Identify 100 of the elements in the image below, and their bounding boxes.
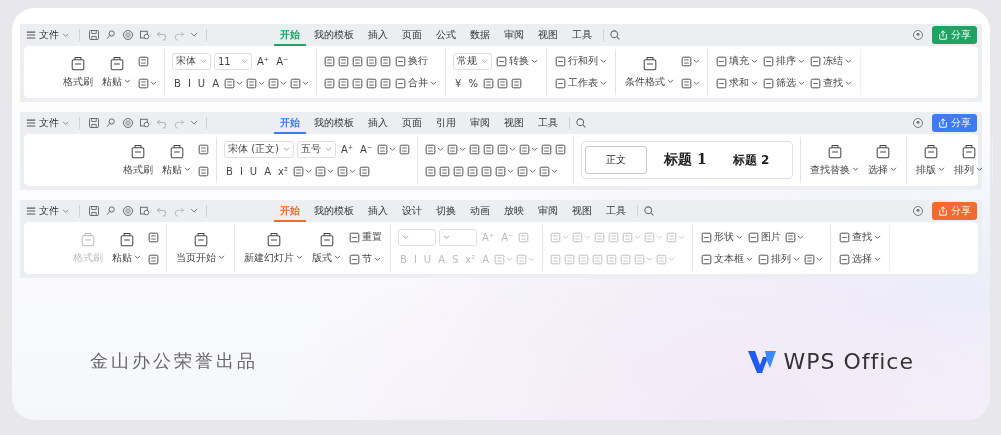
ribbon-button[interactable]: 条件格式 — [623, 54, 676, 90]
format-button[interactable]: B — [172, 77, 183, 89]
tool-button[interactable] — [314, 165, 334, 177]
tool-button[interactable] — [482, 77, 494, 89]
tool-button[interactable] — [198, 165, 209, 177]
ribbon-button[interactable]: 筛选 — [762, 76, 806, 90]
tool-button[interactable] — [380, 77, 391, 89]
ribbon-tab[interactable]: 插入 — [362, 112, 394, 134]
dropdown-field[interactable]: 常规 — [453, 52, 492, 70]
format-button[interactable]: A⁺ — [255, 55, 272, 67]
ribbon-tab[interactable]: 页面 — [396, 24, 428, 46]
ribbon-button[interactable]: 新建幻灯片 — [242, 230, 305, 266]
tool-button[interactable] — [785, 231, 805, 243]
file-menu[interactable]: 文件 — [24, 28, 71, 42]
ribbon-tab[interactable]: 我的模板 — [308, 112, 360, 134]
tool-button[interactable] — [510, 77, 522, 89]
tool-button[interactable] — [366, 55, 377, 67]
tool-button[interactable] — [425, 165, 437, 177]
style-option[interactable]: 正文 — [585, 146, 648, 174]
format-button[interactable]: I — [237, 165, 245, 177]
ribbon-button[interactable]: 排版 — [914, 142, 948, 178]
tool-button[interactable] — [352, 77, 363, 89]
tool-button[interactable] — [338, 55, 349, 67]
ribbon-button[interactable]: 冻结 — [809, 54, 853, 68]
ribbon-tab[interactable]: 审阅 — [532, 200, 564, 222]
tool-button[interactable] — [399, 143, 411, 155]
file-menu[interactable]: 文件 — [24, 116, 71, 130]
ribbon-button[interactable]: 排列 — [952, 142, 986, 178]
format-button[interactable]: % — [466, 77, 480, 89]
ribbon-tab[interactable]: 工具 — [566, 24, 598, 46]
pin-icon[interactable] — [105, 29, 117, 41]
tool-button[interactable] — [377, 143, 397, 155]
ribbon-tab[interactable]: 引用 — [430, 112, 462, 134]
save-icon[interactable] — [88, 205, 100, 217]
ribbon-button[interactable]: 查找 — [838, 230, 883, 244]
ribbon-button[interactable]: 转换 — [495, 54, 539, 68]
format-button[interactable]: A — [210, 77, 221, 89]
tool-button[interactable] — [148, 253, 159, 265]
tool-button[interactable] — [290, 77, 309, 89]
dropdown-field[interactable]: 宋体 — [172, 52, 211, 70]
ribbon-tab[interactable]: 视图 — [532, 24, 564, 46]
caret-icon[interactable] — [190, 120, 198, 126]
preview-icon[interactable] — [139, 29, 151, 41]
ribbon-button[interactable]: 形状 — [700, 230, 745, 244]
tool-button[interactable] — [517, 165, 537, 177]
save-icon[interactable] — [88, 29, 100, 41]
tool-button[interactable] — [519, 143, 539, 155]
tool-button[interactable] — [366, 77, 377, 89]
search-icon[interactable] — [643, 205, 655, 217]
share-button[interactable]: 分享 — [932, 114, 977, 132]
format-button[interactable]: A⁻ — [358, 143, 375, 155]
ribbon-tab[interactable]: 审阅 — [498, 24, 530, 46]
caret-icon[interactable] — [190, 32, 198, 38]
tool-button[interactable] — [555, 143, 567, 155]
tool-button[interactable] — [138, 55, 149, 67]
ribbon-button[interactable]: 粘贴 — [160, 142, 193, 178]
tool-button[interactable] — [681, 55, 700, 67]
ribbon-tab[interactable]: 页面 — [396, 112, 428, 134]
format-button[interactable]: A⁺ — [339, 143, 356, 155]
tool-button[interactable] — [268, 77, 287, 89]
tool-button[interactable] — [352, 55, 363, 67]
tool-button[interactable] — [495, 165, 515, 177]
format-button[interactable]: x² — [276, 165, 290, 177]
tool-button[interactable] — [425, 143, 445, 155]
dropdown-field[interactable]: 五号 — [297, 140, 336, 158]
ribbon-button[interactable]: 合并 — [394, 76, 438, 90]
ribbon-tab[interactable]: 数据 — [464, 24, 496, 46]
ribbon-button[interactable]: 工作表 — [554, 76, 608, 90]
tool-button[interactable] — [467, 165, 479, 177]
ribbon-button[interactable]: 粘贴 — [100, 54, 133, 90]
ribbon-button[interactable]: 格式刷 — [61, 54, 95, 90]
ribbon-button[interactable]: 文本框 — [700, 252, 755, 266]
preview-icon[interactable] — [139, 117, 151, 129]
tool-button[interactable] — [338, 77, 349, 89]
ribbon-button[interactable]: 查找替换 — [808, 142, 862, 178]
format-button[interactable]: B — [224, 165, 235, 177]
ribbon-tab[interactable]: 工具 — [532, 112, 564, 134]
tool-button[interactable] — [496, 77, 508, 89]
ribbon-button[interactable]: 选择 — [838, 252, 883, 266]
tool-button[interactable] — [483, 143, 495, 155]
tool-button[interactable] — [358, 165, 370, 177]
ribbon-tab[interactable]: 视图 — [566, 200, 598, 222]
ribbon-button[interactable]: 版式 — [310, 230, 343, 266]
ribbon-button[interactable]: 排列 — [757, 252, 802, 266]
format-button[interactable]: U — [247, 165, 260, 177]
save-icon[interactable] — [88, 117, 100, 129]
ribbon-tab[interactable]: 我的模板 — [308, 24, 360, 46]
tool-button[interactable] — [224, 77, 243, 89]
tool-button[interactable] — [380, 55, 391, 67]
ribbon-button[interactable]: 当页开始 — [174, 230, 227, 266]
tool-button[interactable] — [481, 165, 493, 177]
format-button[interactable]: A⁻ — [274, 55, 291, 67]
ribbon-button[interactable]: 格式刷 — [121, 142, 155, 178]
format-button[interactable]: ¥ — [453, 77, 464, 89]
ribbon-button[interactable]: 图片 — [747, 230, 783, 244]
tool-button[interactable] — [324, 55, 335, 67]
tool-button[interactable] — [246, 77, 265, 89]
tool-button[interactable] — [453, 165, 465, 177]
style-option[interactable]: 标题 1 — [655, 146, 716, 174]
tool-button[interactable] — [138, 77, 157, 89]
